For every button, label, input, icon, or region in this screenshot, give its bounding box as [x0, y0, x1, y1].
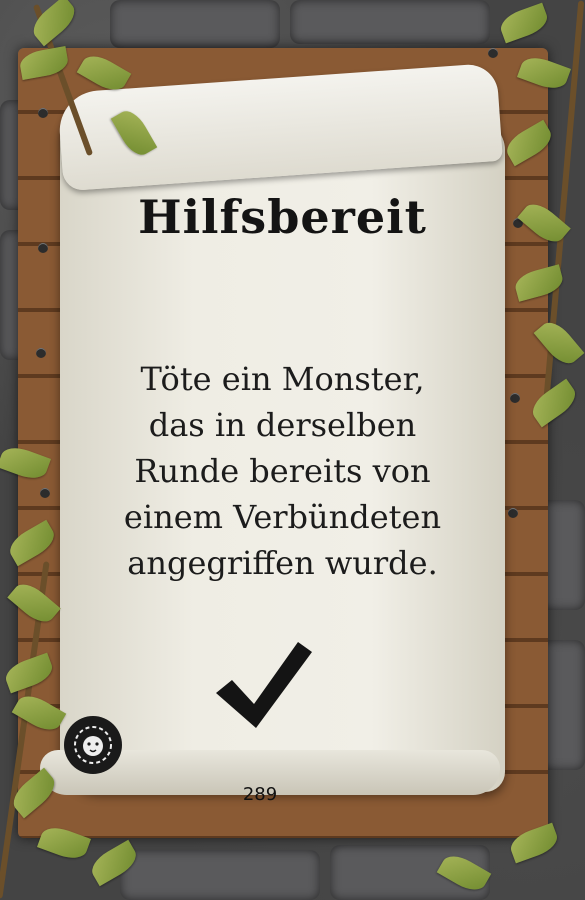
nail-icon	[488, 48, 498, 58]
leaf	[497, 2, 551, 44]
rules-line: Töte ein Monster,	[140, 360, 425, 398]
game-card: Hilfsbereit Töte ein Monster, das in der…	[0, 0, 585, 900]
stone-block	[120, 850, 320, 900]
card-rules-text: Töte ein Monster, das in derselben Runde…	[95, 356, 470, 586]
nail-icon	[38, 243, 48, 253]
stone-block	[290, 0, 490, 44]
rules-line: das in derselben	[148, 406, 417, 444]
card-number: 289	[242, 784, 278, 805]
rules-line: Runde bereits von	[134, 452, 431, 490]
nail-icon	[508, 508, 518, 518]
nail-icon	[36, 348, 46, 358]
checkmark-icon	[216, 642, 312, 728]
rules-line: angegriffen wurde.	[127, 544, 438, 582]
nail-icon	[510, 393, 520, 403]
nail-icon	[40, 488, 50, 498]
nail-icon	[38, 108, 48, 118]
lion-emblem-icon	[64, 716, 122, 774]
rules-line: einem Verbündeten	[123, 498, 442, 536]
card-title: Hilfsbereit	[138, 190, 427, 244]
stone-block	[110, 0, 280, 48]
